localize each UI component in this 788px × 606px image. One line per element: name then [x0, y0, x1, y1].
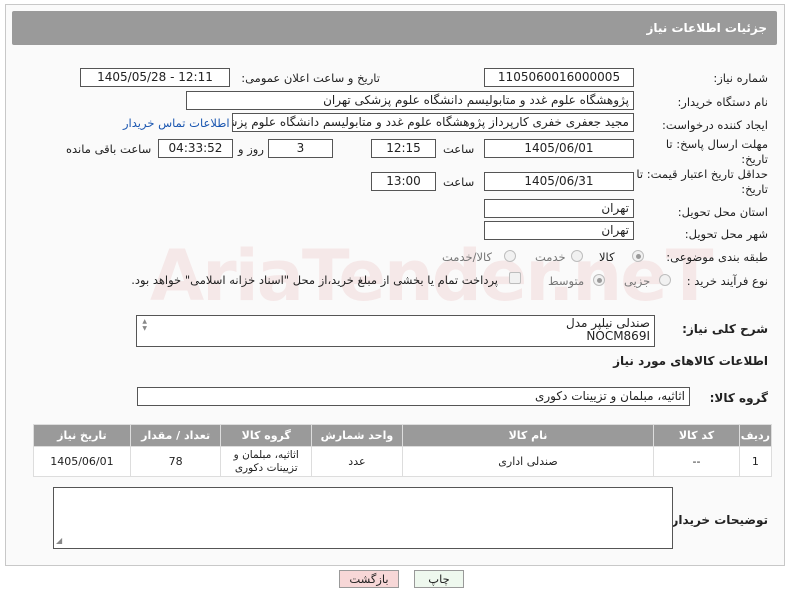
- process-minor-radio[interactable]: [659, 274, 671, 286]
- cell-name: صندلی اداری: [401, 446, 655, 477]
- price-deadline-time-label: ساعت: [443, 175, 475, 189]
- payment-treasury-checkbox[interactable]: [509, 272, 521, 284]
- days-field: 3: [268, 139, 333, 158]
- buyer-notes-label: توضیحات خریدار:: [666, 513, 768, 527]
- creator-field: مجید جعفری خفری کارپرداز پژوهشگاه علوم غ…: [232, 113, 634, 132]
- col-name: نام کالا: [401, 424, 655, 447]
- items-table-header: ردیف کد کالا نام کالا واحد شمارش گروه کا…: [33, 424, 773, 447]
- deadline-label: مهلت ارسال پاسخ: تا تاریخ:: [665, 137, 768, 166]
- col-date: تاریخ نیاز: [33, 424, 131, 447]
- deadline-date-field: 1405/06/01: [484, 139, 634, 158]
- col-unit: واحد شمارش: [311, 424, 403, 447]
- back-button[interactable]: بازگشت: [339, 570, 399, 588]
- remaining-label: ساعت باقی مانده: [66, 142, 152, 156]
- creator-label: ایجاد کننده درخواست:: [662, 118, 768, 132]
- cell-date: 1405/06/01: [33, 446, 131, 477]
- col-row: ردیف: [738, 424, 773, 447]
- category-goods-radio[interactable]: [632, 250, 644, 262]
- category-service-radio[interactable]: [571, 250, 583, 262]
- print-button[interactable]: چاپ: [414, 570, 464, 588]
- buyer-org-field: پژوهشگاه علوم غدد و متابولیسم دانشگاه عل…: [186, 91, 634, 110]
- deadline-time-label: ساعت: [443, 142, 475, 156]
- col-code: کد کالا: [653, 424, 740, 447]
- buyer-notes-textarea[interactable]: ◢: [53, 487, 673, 549]
- goods-info-title: اطلاعات کالاهای مورد نیاز: [613, 354, 768, 368]
- description-line-1: صندلی نیلپر مدل: [565, 316, 650, 330]
- goods-group-field: اثاثیه، مبلمان و تزیینات دکوری: [137, 387, 690, 406]
- announce-label: تاریخ و ساعت اعلان عمومی:: [241, 71, 380, 85]
- process-label: نوع فرآیند خرید :: [686, 274, 768, 288]
- city-field: تهران: [484, 221, 634, 240]
- page-title: جزئیات اطلاعات نیاز: [646, 21, 767, 35]
- city-label: شهر محل تحویل:: [684, 227, 768, 241]
- need-number-field: 1105060016000005: [484, 68, 634, 87]
- header-bar: جزئیات اطلاعات نیاز: [12, 11, 777, 45]
- table-row: 1 -- صندلی اداری عدد اثاثیه، مبلمان و تز…: [33, 446, 773, 477]
- cell-row: 1: [738, 446, 773, 477]
- scroll-arrows-icon[interactable]: ▲ ▼: [139, 318, 147, 332]
- remaining-time-field: 04:33:52: [158, 139, 233, 158]
- announce-field: 1405/05/28 - 12:11: [80, 68, 230, 87]
- payment-note: پرداخت تمام یا بخشی از مبلغ خرید،از محل …: [131, 273, 498, 287]
- price-deadline-time-field: 13:00: [371, 172, 436, 191]
- process-medium-label: متوسط: [548, 274, 585, 288]
- cell-group: اثاثیه، مبلمان و تزیینات دکوری: [220, 446, 313, 477]
- province-field: تهران: [484, 199, 634, 218]
- deadline-time-field: 12:15: [371, 139, 436, 158]
- description-textarea: ▲ ▼ صندلی نیلپر مدل NOCM869I: [136, 315, 655, 347]
- category-service-label: خدمت: [535, 250, 566, 264]
- category-label: طبقه بندی موضوعی:: [666, 250, 768, 264]
- description-label: شرح کلی نیاز:: [682, 322, 768, 336]
- cell-unit: عدد: [311, 446, 403, 477]
- buyer-org-label: نام دستگاه خریدار:: [677, 95, 768, 109]
- province-label: استان محل تحویل:: [677, 205, 768, 219]
- process-minor-label: جزیی: [624, 274, 651, 288]
- goods-group-label: گروه کالا:: [709, 391, 768, 405]
- cell-qty: 78: [129, 446, 222, 477]
- cell-code: --: [653, 446, 740, 477]
- col-qty: تعداد / مقدار: [129, 424, 222, 447]
- category-both-label: کالا/خدمت: [442, 250, 493, 264]
- col-group: گروه کالا: [220, 424, 313, 447]
- category-both-radio[interactable]: [504, 250, 516, 262]
- category-goods-label: کالا: [599, 250, 615, 264]
- resize-handle-icon[interactable]: ◢: [56, 534, 62, 547]
- items-table: ردیف کد کالا نام کالا واحد شمارش گروه کا…: [33, 424, 773, 477]
- days-label: روز و: [238, 142, 264, 156]
- process-medium-radio[interactable]: [593, 274, 605, 286]
- description-line-2: NOCM869I: [586, 329, 650, 343]
- buyer-contact-link[interactable]: اطلاعات تماس خریدار: [123, 116, 230, 130]
- need-number-label: شماره نیاز:: [713, 71, 768, 85]
- price-deadline-date-field: 1405/06/31: [484, 172, 634, 191]
- price-deadline-label: حداقل تاریخ اعتبار قیمت: تا تاریخ:: [636, 167, 768, 196]
